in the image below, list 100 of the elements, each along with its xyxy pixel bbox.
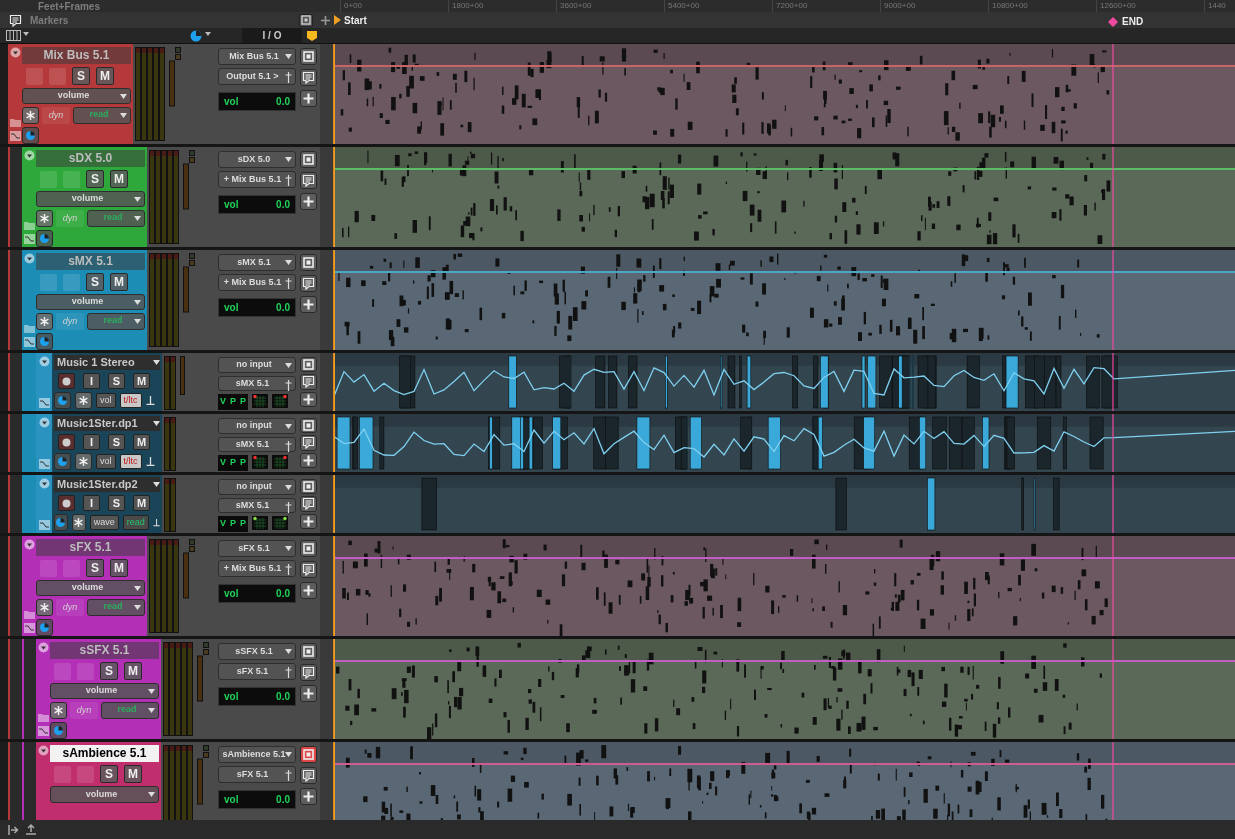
solo-button[interactable]: S	[108, 495, 125, 511]
view-dropdown[interactable]: volume	[50, 683, 159, 699]
plus-button[interactable]	[300, 452, 317, 468]
output-button[interactable]: + Mix Bus 5.1	[218, 171, 296, 188]
square-button[interactable]	[300, 643, 317, 660]
plus-button[interactable]	[300, 296, 317, 313]
output-button[interactable]: sMX 5.1	[218, 436, 296, 452]
input-dropdown[interactable]: sDX 5.0	[218, 151, 296, 168]
mute-button[interactable]: M	[96, 67, 114, 85]
square-button[interactable]	[300, 357, 317, 373]
dial-button[interactable]	[36, 229, 53, 247]
output-button[interactable]: + Mix Bus 5.1	[218, 274, 296, 291]
output-button[interactable]: Output 5.1 >	[218, 68, 296, 85]
track-name[interactable]: sAmbience 5.1	[50, 745, 159, 762]
view-dropdown[interactable]: volume	[50, 786, 159, 803]
output-button[interactable]: sMX 5.1	[218, 375, 296, 391]
input-dropdown[interactable]: sAmbience 5.1	[218, 746, 296, 763]
mute-button[interactable]: M	[133, 434, 150, 450]
comment-button[interactable]	[300, 496, 317, 512]
view-dropdown[interactable]: volume	[36, 294, 145, 310]
view-dropdown[interactable]: volume	[36, 191, 145, 207]
mute-button[interactable]: M	[124, 765, 142, 783]
square-button[interactable]	[300, 540, 317, 557]
solo-button[interactable]: S	[100, 662, 118, 680]
plus-button[interactable]	[300, 391, 317, 407]
solo-button[interactable]: S	[72, 67, 90, 85]
output-button[interactable]: sFX 5.1	[218, 663, 296, 680]
comment-button[interactable]	[300, 767, 317, 784]
dial-button[interactable]	[54, 392, 71, 409]
record-button[interactable]	[58, 434, 75, 450]
asterisk-button[interactable]	[75, 453, 92, 470]
input-dropdown[interactable]: Mix Bus 5.1	[218, 48, 296, 65]
square-button[interactable]	[300, 48, 317, 65]
input-monitor-button[interactable]: I	[83, 434, 100, 450]
track-name[interactable]: sMX 5.1	[36, 253, 145, 270]
plus-button[interactable]	[300, 788, 317, 805]
solo-button[interactable]: S	[86, 559, 104, 577]
record-button[interactable]	[58, 373, 75, 389]
plus-button[interactable]	[300, 685, 317, 702]
comment-button[interactable]	[300, 69, 317, 86]
track-name[interactable]: Music1Ster.dp2	[54, 477, 160, 492]
input-dropdown[interactable]: sMX 5.1	[218, 254, 296, 271]
asterisk-button[interactable]	[36, 312, 53, 330]
comment-button[interactable]	[300, 374, 317, 390]
mute-button[interactable]: M	[124, 662, 142, 680]
plus-button[interactable]	[300, 582, 317, 599]
asterisk-button[interactable]	[75, 392, 92, 409]
view-dropdown[interactable]: volume	[36, 580, 145, 596]
mute-button[interactable]: M	[110, 273, 128, 291]
dial-button[interactable]	[54, 514, 68, 531]
square-button[interactable]	[300, 418, 317, 434]
solo-button[interactable]: S	[100, 765, 118, 783]
output-button[interactable]: sMX 5.1	[218, 497, 296, 513]
asterisk-button[interactable]	[50, 701, 67, 719]
view-dropdown[interactable]: vol	[96, 393, 116, 408]
solo-button[interactable]: S	[108, 434, 125, 450]
dial-button[interactable]	[36, 332, 53, 350]
plus-button[interactable]	[300, 90, 317, 107]
dial-button[interactable]	[36, 618, 53, 636]
plus-button[interactable]	[300, 193, 317, 210]
solo-button[interactable]: S	[108, 373, 125, 389]
input-monitor-button[interactable]: I	[83, 495, 100, 511]
input-dropdown[interactable]: sFX 5.1	[218, 540, 296, 557]
input-dropdown[interactable]: sSFX 5.1	[218, 643, 296, 660]
solo-button[interactable]: S	[86, 170, 104, 188]
dial-button[interactable]	[22, 126, 39, 144]
view-dropdown[interactable]: vol	[96, 454, 116, 469]
mute-button[interactable]: M	[110, 559, 128, 577]
input-dropdown[interactable]: no input	[218, 357, 296, 373]
automation-mode-button[interactable]: t/ltc	[119, 454, 142, 469]
square-button[interactable]	[300, 746, 317, 763]
view-dropdown[interactable]: volume	[22, 88, 131, 104]
input-dropdown[interactable]: no input	[218, 418, 296, 434]
track-name[interactable]: sSFX 5.1	[50, 642, 159, 659]
asterisk-button[interactable]	[71, 514, 86, 531]
track-name[interactable]: sDX 5.0	[36, 150, 145, 167]
square-button[interactable]	[300, 254, 317, 271]
input-dropdown[interactable]: no input	[218, 479, 296, 495]
square-button[interactable]	[299, 13, 313, 27]
dial-button[interactable]	[50, 721, 67, 739]
solo-button[interactable]: S	[86, 273, 104, 291]
dial-button[interactable]	[54, 453, 71, 470]
comment-button[interactable]	[300, 172, 317, 189]
asterisk-button[interactable]	[36, 209, 53, 227]
square-button[interactable]	[300, 479, 317, 495]
automation-mode-button[interactable]: read	[122, 515, 149, 530]
comment-button[interactable]	[300, 664, 317, 681]
record-button[interactable]	[58, 495, 75, 511]
automation-mode-button[interactable]: t/ltc	[119, 393, 142, 408]
output-button[interactable]: sFX 5.1	[218, 766, 296, 783]
view-dropdown[interactable]: wave	[89, 515, 119, 530]
comment-button[interactable]	[300, 561, 317, 578]
comment-button[interactable]	[300, 275, 317, 292]
mute-button[interactable]: M	[133, 495, 150, 511]
square-button[interactable]	[300, 151, 317, 168]
output-button[interactable]: + Mix Bus 5.1	[218, 560, 296, 577]
comment-button[interactable]	[300, 435, 317, 451]
asterisk-button[interactable]	[36, 598, 53, 616]
asterisk-button[interactable]	[22, 106, 39, 124]
mute-button[interactable]: M	[133, 373, 150, 389]
